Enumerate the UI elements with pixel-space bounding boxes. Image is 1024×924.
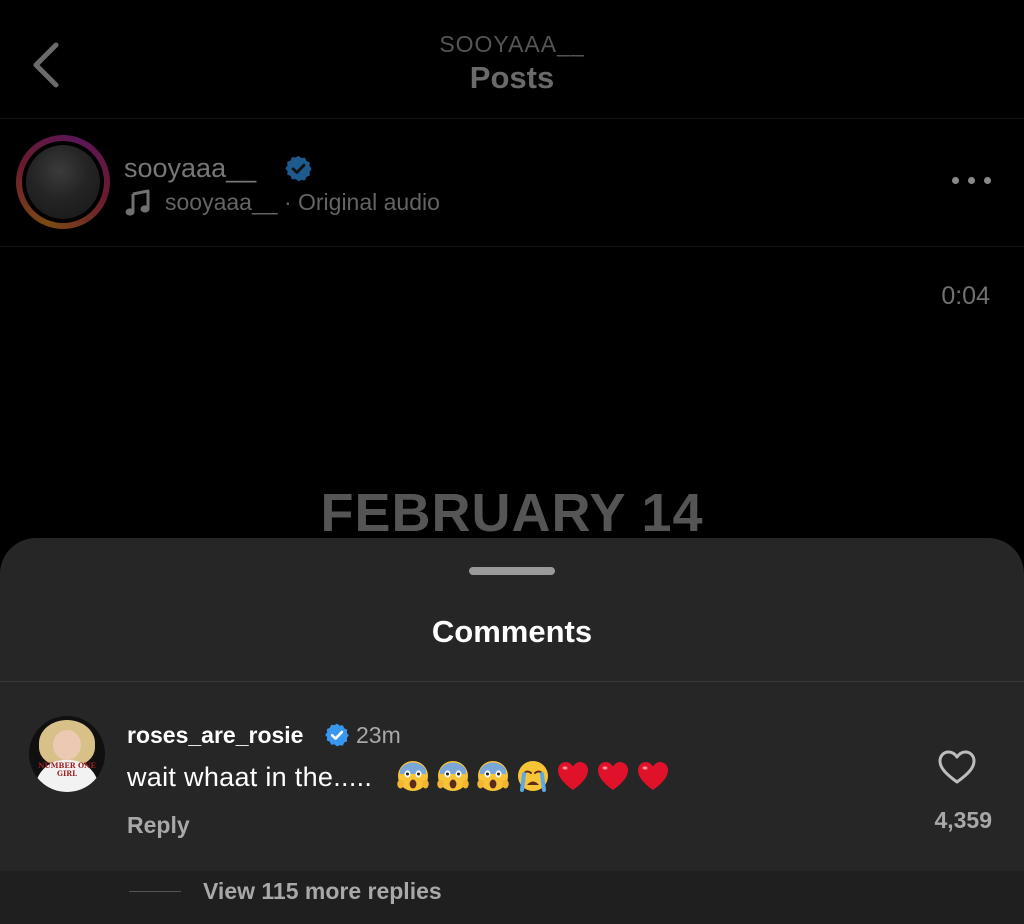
avatar-shirt-text: NUMBER ONE GIRL	[38, 761, 96, 778]
comments-title: Comments	[431, 614, 593, 649]
author-username[interactable]: sooyaaa__	[124, 153, 256, 184]
page-title: Posts	[469, 60, 555, 95]
comment-timestamp: 23m	[356, 722, 401, 748]
commenter-username[interactable]: roses_are_rosie	[127, 722, 303, 749]
view-more-replies-link[interactable]: View 115 more replies	[203, 878, 442, 905]
verified-badge-icon	[325, 723, 349, 747]
verified-badge-icon	[285, 155, 312, 182]
red-heart-emoji-icon	[558, 762, 588, 790]
sheet-divider	[0, 681, 1024, 682]
instagram-post-screen: SOOYAAA__ Posts sooyaaa__ sooyaaa__ · Or…	[0, 0, 1024, 924]
author-avatar[interactable]	[16, 135, 110, 229]
comment-text: wait whaat in the.....	[127, 762, 373, 792]
scream-emoji-icon	[437, 761, 469, 791]
replies-divider-line	[129, 891, 181, 892]
audio-separator: ·	[283, 189, 292, 215]
scream-emoji-icon	[397, 761, 429, 791]
commenter-avatar[interactable]: NUMBER ONE GIRL	[29, 716, 105, 792]
scream-emoji-icon	[477, 761, 509, 791]
reply-button[interactable]: Reply	[127, 812, 190, 839]
comments-sheet: Comments NUMBER ONE GIRL roses_are_rosie…	[0, 538, 1024, 924]
more-options-icon[interactable]	[952, 177, 992, 187]
author-avatar-image	[26, 145, 100, 219]
post-header: sooyaaa__ sooyaaa__ · Original audio	[0, 119, 1024, 247]
like-count: 4,359	[934, 807, 992, 833]
red-heart-emoji-icon	[598, 762, 628, 790]
music-note-icon	[125, 189, 150, 216]
audio-label: Original audio	[298, 189, 440, 215]
video-caption-text: FEBRUARY 14	[320, 483, 704, 543]
audio-author: sooyaaa__	[165, 189, 278, 215]
sheet-drag-handle[interactable]	[469, 567, 555, 575]
like-heart-icon[interactable]	[937, 748, 977, 786]
top-bar: SOOYAAA__ Posts	[0, 0, 1024, 119]
video-timer: 0:04	[941, 282, 990, 310]
original-audio-link[interactable]: sooyaaa__ · Original audio	[165, 189, 440, 216]
view-replies-row[interactable]: View 115 more replies	[0, 871, 1024, 924]
header-username[interactable]: SOOYAAA__	[0, 31, 1024, 58]
sob-emoji-icon	[518, 761, 548, 792]
red-heart-emoji-icon	[638, 762, 668, 790]
